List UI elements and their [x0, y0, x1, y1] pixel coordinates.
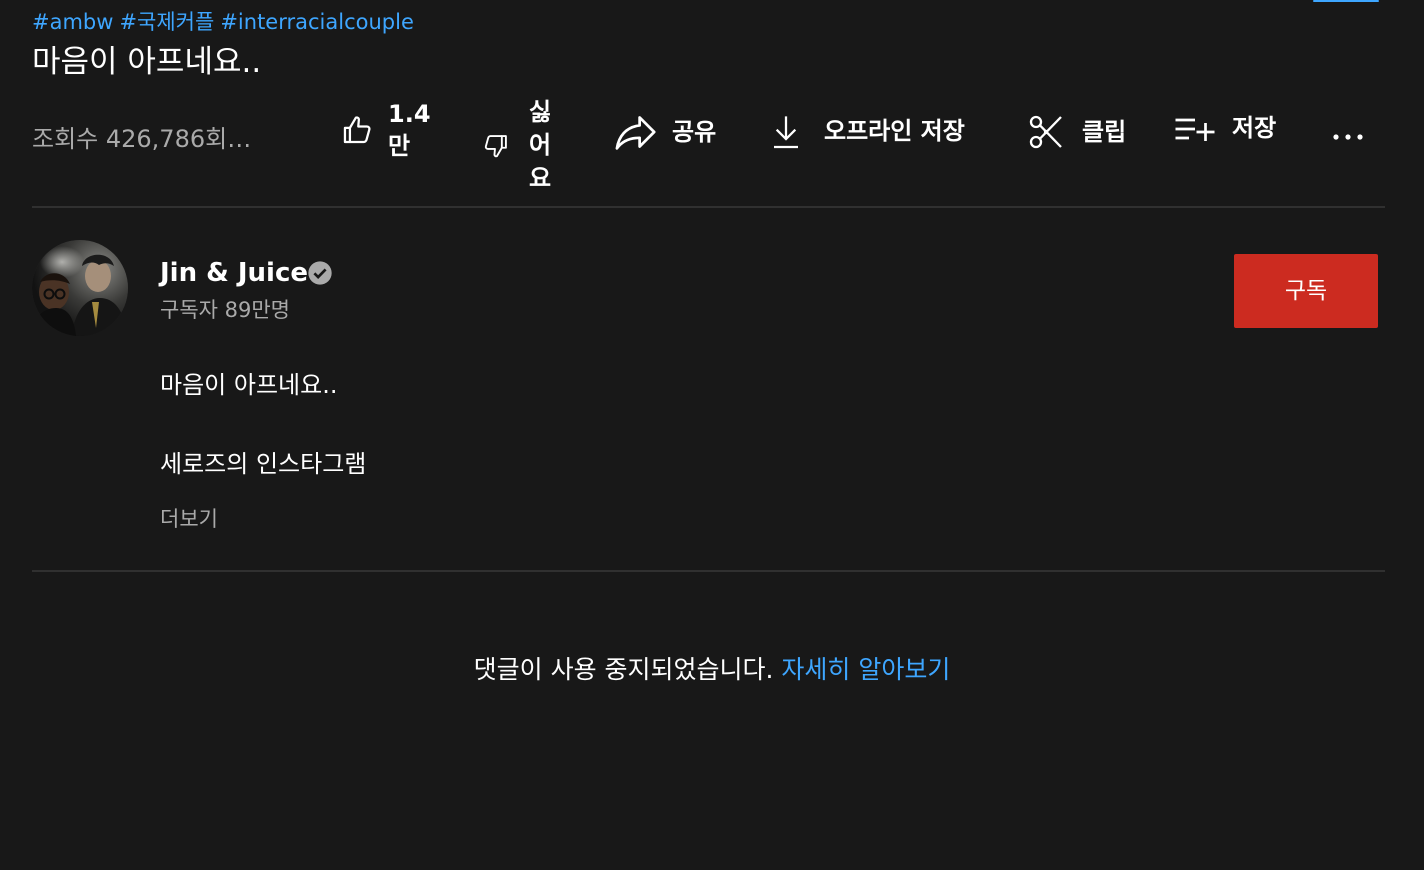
dislike-button[interactable]: 싫어요	[482, 96, 554, 195]
save-label: 저장	[1232, 114, 1277, 142]
dislike-label: 싫어요	[528, 98, 552, 192]
thumbs-down-icon	[482, 132, 510, 160]
thumbs-up-icon	[340, 113, 374, 147]
more-icon	[1330, 122, 1366, 152]
subscriber-count: 구독자 89만명	[160, 298, 290, 322]
download-icon	[770, 112, 802, 150]
playlist-add-icon	[1174, 114, 1216, 144]
share-button[interactable]: 공유	[614, 112, 716, 152]
clip-label: 클립	[1082, 117, 1127, 146]
share-icon	[614, 112, 658, 152]
save-button[interactable]: 저장	[1174, 112, 1276, 145]
scroll-indicator	[1313, 0, 1379, 2]
like-button[interactable]: 1.4만	[340, 98, 434, 162]
channel-name[interactable]: Jin & Juice	[160, 256, 308, 290]
avatar-photo	[32, 240, 128, 336]
channel-avatar[interactable]	[32, 240, 128, 336]
share-label: 공유	[672, 117, 717, 146]
divider	[32, 570, 1385, 572]
comments-disabled-text: 댓글이 사용 중지되었습니다.	[473, 655, 774, 684]
subscribe-button[interactable]: 구독	[1234, 254, 1378, 328]
divider	[32, 206, 1385, 208]
video-info-page: #ambw #국제커플 #interracialcouple 마음이 아프네요.. …	[0, 0, 1424, 870]
hashtags: #ambw #국제커플 #interracialcouple	[32, 8, 420, 36]
more-actions-button[interactable]	[1330, 122, 1366, 152]
description-line: 마음이 아프네요..	[160, 371, 338, 399]
comments-disabled-message: 댓글이 사용 중지되었습니다. 자세히 알아보기	[0, 652, 1424, 688]
hashtag-link[interactable]: #ambw	[32, 10, 113, 34]
show-more-button[interactable]: 더보기	[160, 504, 218, 534]
download-button[interactable]: 오프라인 저장	[770, 112, 965, 150]
description-line: 세로즈의 인스타그램	[160, 450, 367, 478]
learn-more-link[interactable]: 자세히 알아보기	[781, 655, 950, 684]
video-title: 마음이 아프네요..	[32, 44, 262, 80]
scissors-icon	[1026, 112, 1066, 152]
download-label: 오프라인 저장	[824, 116, 965, 145]
view-count[interactable]: 조회수 426,786회 ...	[32, 122, 254, 156]
hashtag-link[interactable]: #국제커플	[119, 10, 214, 34]
verified-icon	[306, 259, 334, 291]
hashtag-link[interactable]: #interracialcouple	[220, 10, 414, 34]
clip-button[interactable]: 클립	[1026, 112, 1126, 152]
like-count: 1.4만	[388, 100, 431, 160]
